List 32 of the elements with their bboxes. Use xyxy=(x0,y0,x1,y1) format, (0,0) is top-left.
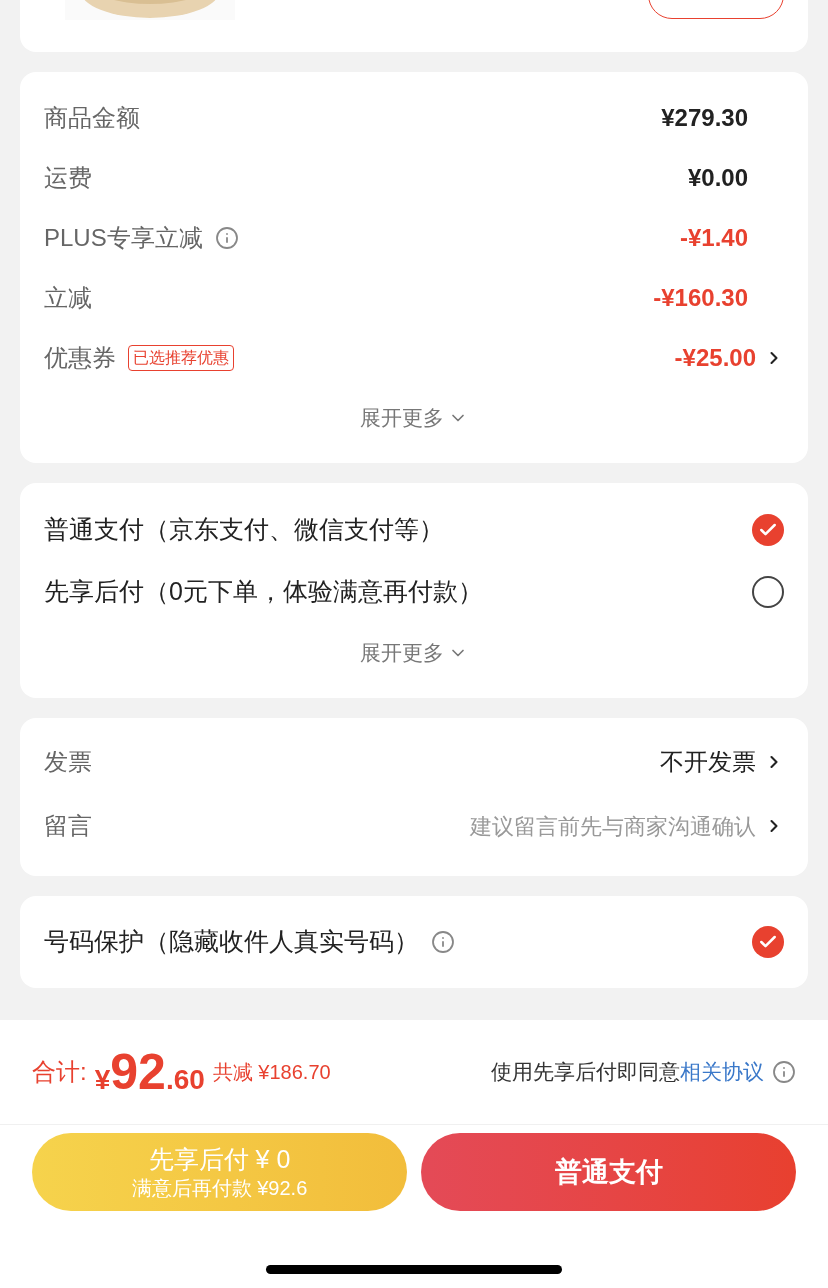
expand-more-button[interactable]: 展开更多 xyxy=(360,402,468,434)
info-icon[interactable] xyxy=(214,226,239,250)
checked-radio[interactable] xyxy=(752,926,784,958)
pay-button[interactable]: 普通支付 xyxy=(421,1133,796,1211)
radio-button[interactable] xyxy=(752,576,784,608)
info-icon[interactable] xyxy=(431,930,455,954)
summary-label: 运费 xyxy=(44,163,92,193)
total-price: ¥92.60 xyxy=(94,1042,205,1102)
coupon-tag: 已选推荐优惠 xyxy=(128,345,234,371)
summary-label: 优惠券 xyxy=(44,343,116,373)
summary-value: -¥1.40 xyxy=(679,223,748,253)
total-saved: 共减 ¥186.70 xyxy=(212,1060,331,1085)
message-field[interactable]: 建议留言前先与商家沟通确认 xyxy=(356,809,756,843)
expand-more-button[interactable]: 展开更多 xyxy=(360,637,468,669)
summary-value: ¥279.30 xyxy=(661,103,748,133)
info-icon[interactable] xyxy=(772,1060,796,1084)
invoice-value[interactable]: 不开发票 xyxy=(660,744,756,780)
summary-value: -¥160.30 xyxy=(653,283,748,313)
summary-value: ¥0.00 xyxy=(687,163,748,193)
total-label: 合计: xyxy=(32,1057,87,1087)
row-label: 留言 xyxy=(44,811,92,841)
checked-radio[interactable] xyxy=(752,514,784,546)
payment-option[interactable]: 普通支付（京东支付、微信支付等） xyxy=(44,511,444,549)
payment-option[interactable]: 先享后付（0元下单，体验满意再付款） xyxy=(44,573,483,611)
protection-label: 号码保护（隐藏收件人真实号码） xyxy=(44,926,419,958)
agreement-link[interactable]: 相关协议 xyxy=(680,1060,764,1084)
summary-label: PLUS专享立减 xyxy=(44,223,203,253)
summary-label: 立减 xyxy=(44,283,92,313)
agreement-text: 使用先享后付即同意相关协议 xyxy=(491,1059,764,1086)
summary-value: -¥25.00 xyxy=(674,343,756,373)
row-label: 发票 xyxy=(44,747,92,777)
summary-label: 商品金额 xyxy=(44,103,140,133)
